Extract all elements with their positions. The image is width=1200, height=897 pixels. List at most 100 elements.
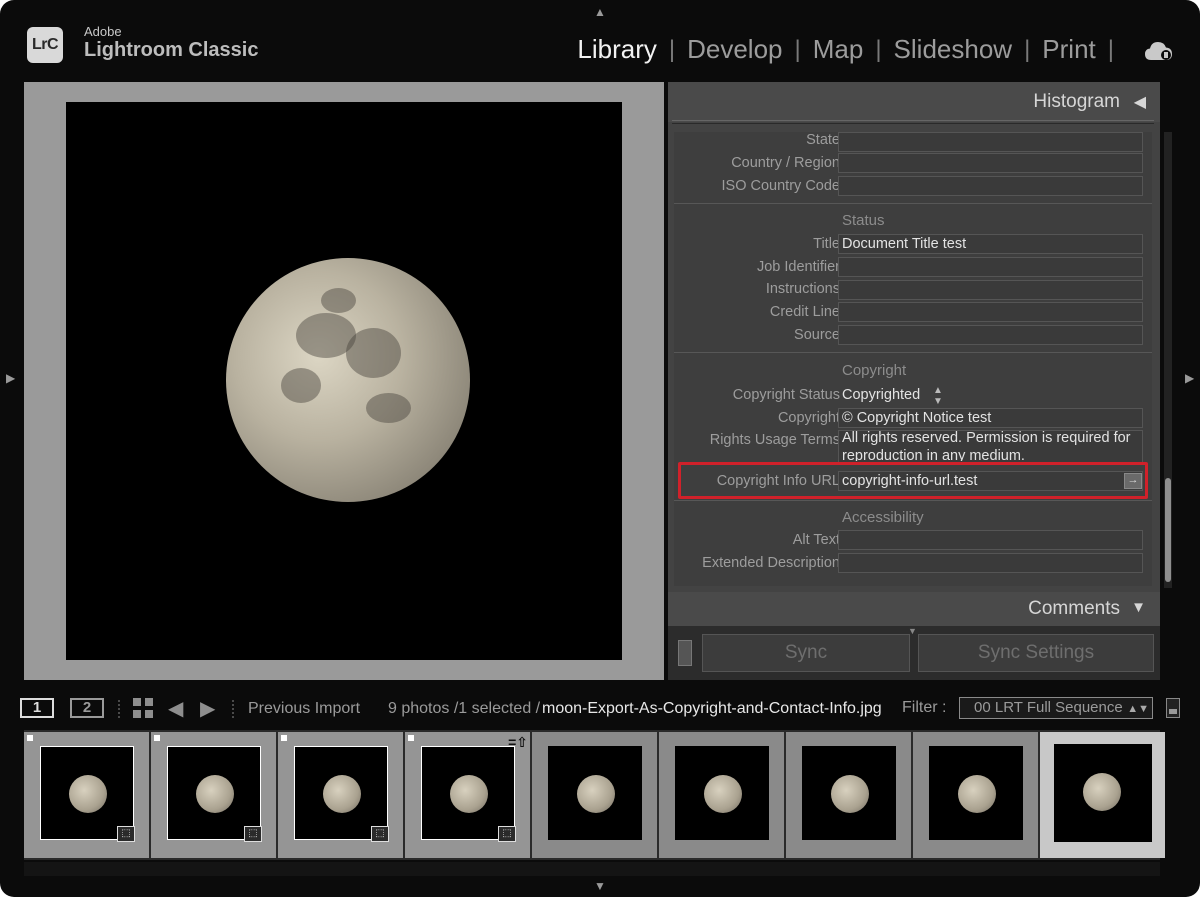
secondary-window-button[interactable]: 2: [70, 698, 104, 718]
comments-title: Comments: [1028, 598, 1120, 619]
flag-icon[interactable]: [408, 735, 414, 741]
scrollbar-thumb[interactable]: [1165, 478, 1171, 582]
histogram-panel-header[interactable]: Histogram ◀: [668, 82, 1160, 122]
filmstrip-cell[interactable]: ⬚: [278, 732, 403, 858]
extended-description-label: Extended Description: [702, 555, 840, 571]
filmstrip-cell[interactable]: [659, 732, 784, 858]
metadata-scrollbar[interactable]: [1164, 132, 1172, 588]
thumbnail: [548, 746, 642, 840]
stack-badge-icon[interactable]: =⇧: [508, 734, 528, 751]
sync-button[interactable]: Sync: [702, 634, 910, 672]
module-picker: Library | Develop | Map | Slideshow | Pr…: [577, 34, 1126, 65]
source-field[interactable]: [838, 325, 1143, 345]
module-slideshow[interactable]: Slideshow: [894, 34, 1013, 65]
status-section-title: Status: [842, 212, 885, 229]
moon-thumbnail-image: [704, 775, 742, 813]
filmstrip-cell[interactable]: ⬚: [24, 732, 149, 858]
select-stepper-icon[interactable]: ▲ ▼: [933, 385, 943, 407]
main-photo: [66, 102, 622, 660]
module-separator: |: [668, 35, 676, 63]
accessibility-section-title: Accessibility: [842, 509, 924, 526]
section-divider: [674, 500, 1152, 501]
select-stepper-icon: ▲▼: [1127, 703, 1149, 715]
metadata-badge-icon[interactable]: ⬚: [498, 826, 516, 842]
panel-divider: [672, 120, 1154, 124]
instructions-field[interactable]: [838, 280, 1143, 300]
highlight-box: [678, 462, 1148, 499]
moon-thumbnail-image: [577, 775, 615, 813]
selected-filename: moon-Export-As-Copyright-and-Contact-Inf…: [542, 700, 882, 717]
filter-lock-icon[interactable]: [1166, 698, 1180, 718]
arrow-right-icon[interactable]: ▶: [200, 696, 215, 721]
title-label: Title: [813, 236, 840, 252]
flag-icon[interactable]: [27, 735, 33, 741]
filter-label: Filter :: [902, 699, 947, 716]
alt-text-field[interactable]: [838, 530, 1143, 550]
section-divider: [674, 352, 1152, 353]
filmstrip-cell[interactable]: [913, 732, 1038, 858]
instructions-label: Instructions: [765, 281, 840, 297]
copyright-status-select[interactable]: Copyrighted: [842, 387, 920, 403]
title-value: Document Title test: [842, 236, 967, 252]
moon-thumbnail-image: [69, 775, 107, 813]
sync-bar: ▼ Sync Sync Settings: [668, 626, 1160, 680]
rights-usage-terms-label: Rights Usage Terms: [709, 432, 840, 448]
module-separator: |: [1024, 35, 1031, 63]
flag-icon[interactable]: [154, 735, 160, 741]
iso-country-code-field[interactable]: [838, 176, 1143, 196]
left-panel-toggle-icon[interactable]: ▶: [6, 372, 15, 384]
top-panel-toggle-icon[interactable]: ▲: [594, 6, 606, 18]
module-develop[interactable]: Develop: [687, 34, 782, 65]
job-identifier-label: Job Identifier: [756, 259, 840, 275]
credit-line-field[interactable]: [838, 302, 1143, 322]
job-identifier-field[interactable]: [838, 257, 1143, 277]
arrow-left-icon[interactable]: ◀: [168, 696, 183, 721]
filmstrip: ⬚ ⬚ ⬚ ⬚ =⇧: [24, 730, 1165, 860]
module-library[interactable]: Library: [577, 34, 656, 65]
filter-select[interactable]: 00 LRT Full Sequence ▲▼: [959, 697, 1153, 719]
right-panel: Histogram ◀ State Country / Region ISO C…: [668, 82, 1172, 680]
country-region-label: Country / Region: [731, 155, 840, 171]
main-window-button[interactable]: 1: [20, 698, 54, 718]
cloud-sync-icon[interactable]: [1144, 40, 1174, 62]
collapse-left-icon[interactable]: ◀: [1134, 92, 1146, 112]
grid-view-icon[interactable]: [133, 698, 153, 718]
metadata-badge-icon[interactable]: ⬚: [244, 826, 262, 842]
metadata-badge-icon[interactable]: ⬚: [371, 826, 389, 842]
right-panel-toggle-icon[interactable]: ▶: [1185, 372, 1194, 384]
expand-down-icon[interactable]: ▼: [1131, 599, 1146, 616]
moon-thumbnail-image: [1083, 773, 1121, 811]
copyright-status-label: Copyright Status: [732, 387, 840, 403]
vendor-name: Adobe: [84, 24, 122, 39]
bottom-panel-toggle-icon[interactable]: ▼: [594, 880, 606, 892]
source-label: Source: [794, 327, 840, 343]
sync-settings-button[interactable]: Sync Settings: [918, 634, 1154, 672]
thumbnail: [1054, 744, 1152, 842]
state-label: State: [806, 132, 840, 148]
copyright-value: © Copyright Notice test: [842, 410, 992, 426]
filmstrip-cell[interactable]: ⬚ =⇧: [405, 732, 530, 858]
toolbar-divider: [232, 700, 234, 718]
filmstrip-cell[interactable]: [1040, 732, 1165, 858]
filmstrip-scrollbar[interactable]: [24, 862, 1160, 876]
module-print[interactable]: Print: [1042, 34, 1095, 65]
filmstrip-cell[interactable]: [532, 732, 657, 858]
photo-count: 9 photos /1 selected /: [388, 700, 541, 717]
rights-usage-terms-value: All rights reserved. Permission is requi…: [842, 430, 1131, 461]
filmstrip-cell[interactable]: [786, 732, 911, 858]
loupe-view[interactable]: [24, 82, 664, 680]
lrc-logo: LrC: [27, 27, 63, 63]
flag-icon[interactable]: [281, 735, 287, 741]
module-map[interactable]: Map: [813, 34, 864, 65]
iso-country-code-label: ISO Country Code: [721, 178, 840, 194]
comments-panel-header[interactable]: Comments ▼: [668, 592, 1160, 626]
country-region-field[interactable]: [838, 153, 1143, 173]
moon-thumbnail-image: [196, 775, 234, 813]
auto-sync-switch[interactable]: [678, 640, 692, 666]
extended-description-field[interactable]: [838, 553, 1143, 573]
source-label[interactable]: Previous Import: [248, 700, 360, 718]
state-field[interactable]: [838, 132, 1143, 152]
filmstrip-cell[interactable]: ⬚: [151, 732, 276, 858]
alt-text-label: Alt Text: [792, 532, 840, 548]
metadata-badge-icon[interactable]: ⬚: [117, 826, 135, 842]
